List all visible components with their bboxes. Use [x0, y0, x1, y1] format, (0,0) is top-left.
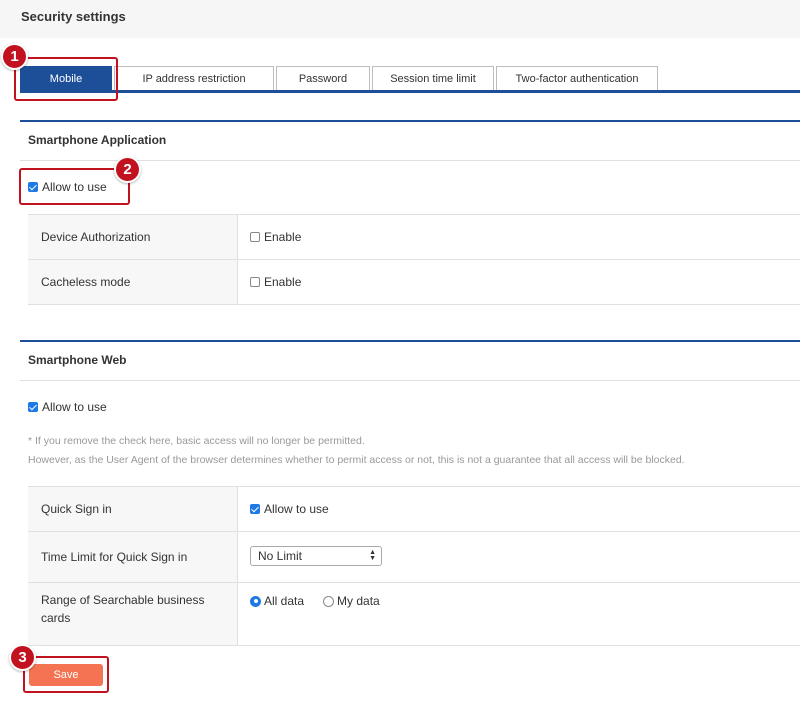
table-row: Range of Searchable business cards All d…: [28, 583, 800, 646]
page-header: Security settings: [0, 0, 800, 38]
table-row: Time Limit for Quick Sign in No Limit ▲ ▼: [28, 532, 800, 583]
checkbox-icon[interactable]: [250, 232, 260, 242]
checkbox-icon[interactable]: [250, 277, 260, 287]
web-allow-label: Allow to use: [42, 400, 107, 414]
table-row: Device Authorization Enable: [28, 215, 800, 260]
highlight-box: [14, 57, 118, 101]
enable-label: Enable: [264, 230, 302, 244]
cacheless-mode-enable[interactable]: Enable: [250, 275, 301, 289]
row-label-range-line1: Range of Searchable business: [41, 593, 205, 607]
highlight-box: [23, 656, 109, 693]
tab-ip-address-restriction[interactable]: IP address restriction: [114, 66, 274, 90]
highlight-box: [19, 168, 130, 205]
tab-underline: [20, 90, 800, 93]
device-authorization-enable[interactable]: Enable: [250, 230, 301, 244]
row-label-time-limit: Time Limit for Quick Sign in: [41, 550, 188, 564]
allow-label: Allow to use: [264, 502, 329, 516]
row-label-quick-sign-in: Quick Sign in: [41, 502, 112, 516]
checkbox-checked-icon[interactable]: [250, 504, 260, 514]
tab-password[interactable]: Password: [276, 66, 370, 90]
select-value: No Limit: [258, 549, 303, 563]
quick-sign-in-allow[interactable]: Allow to use: [250, 502, 329, 516]
radio-label-all-data[interactable]: All data: [264, 594, 304, 608]
tab-session-time-limit[interactable]: Session time limit: [372, 66, 494, 90]
section-title-web: Smartphone Web: [28, 353, 127, 367]
step-badge-1: 1: [1, 43, 28, 70]
row-label-cacheless-mode: Cacheless mode: [41, 275, 131, 289]
section-divider: [20, 120, 800, 122]
divider: [20, 380, 800, 381]
web-allow-checkbox[interactable]: Allow to use: [28, 400, 107, 414]
section-divider: [20, 340, 800, 342]
radio-my-data[interactable]: [323, 595, 335, 607]
select-arrows-icon: ▲ ▼: [369, 549, 376, 562]
step-badge-3: 3: [9, 644, 36, 671]
row-label-range-line2: cards: [41, 611, 71, 625]
enable-label: Enable: [264, 275, 302, 289]
time-limit-select[interactable]: No Limit ▲ ▼: [250, 546, 382, 566]
page-title: Security settings: [21, 9, 126, 24]
checkbox-checked-icon[interactable]: [28, 402, 38, 412]
radio-all-data[interactable]: [250, 595, 261, 607]
radio-label-my-data[interactable]: My data: [337, 594, 380, 608]
web-settings-table: Quick Sign in Allow to use Time Limit fo…: [28, 486, 800, 646]
table-row: Quick Sign in Allow to use: [28, 487, 800, 532]
web-note-line1: * If you remove the check here, basic ac…: [28, 435, 365, 447]
row-label-device-authorization: Device Authorization: [41, 230, 151, 244]
web-note-line2: However, as the User Agent of the browse…: [28, 454, 685, 466]
app-settings-table: Device Authorization Enable Cacheless mo…: [28, 214, 800, 305]
tab-two-factor-authentication[interactable]: Two-factor authentication: [496, 66, 658, 90]
table-row: Cacheless mode Enable: [28, 260, 800, 305]
section-title-app: Smartphone Application: [28, 133, 167, 147]
step-badge-2: 2: [114, 156, 141, 183]
